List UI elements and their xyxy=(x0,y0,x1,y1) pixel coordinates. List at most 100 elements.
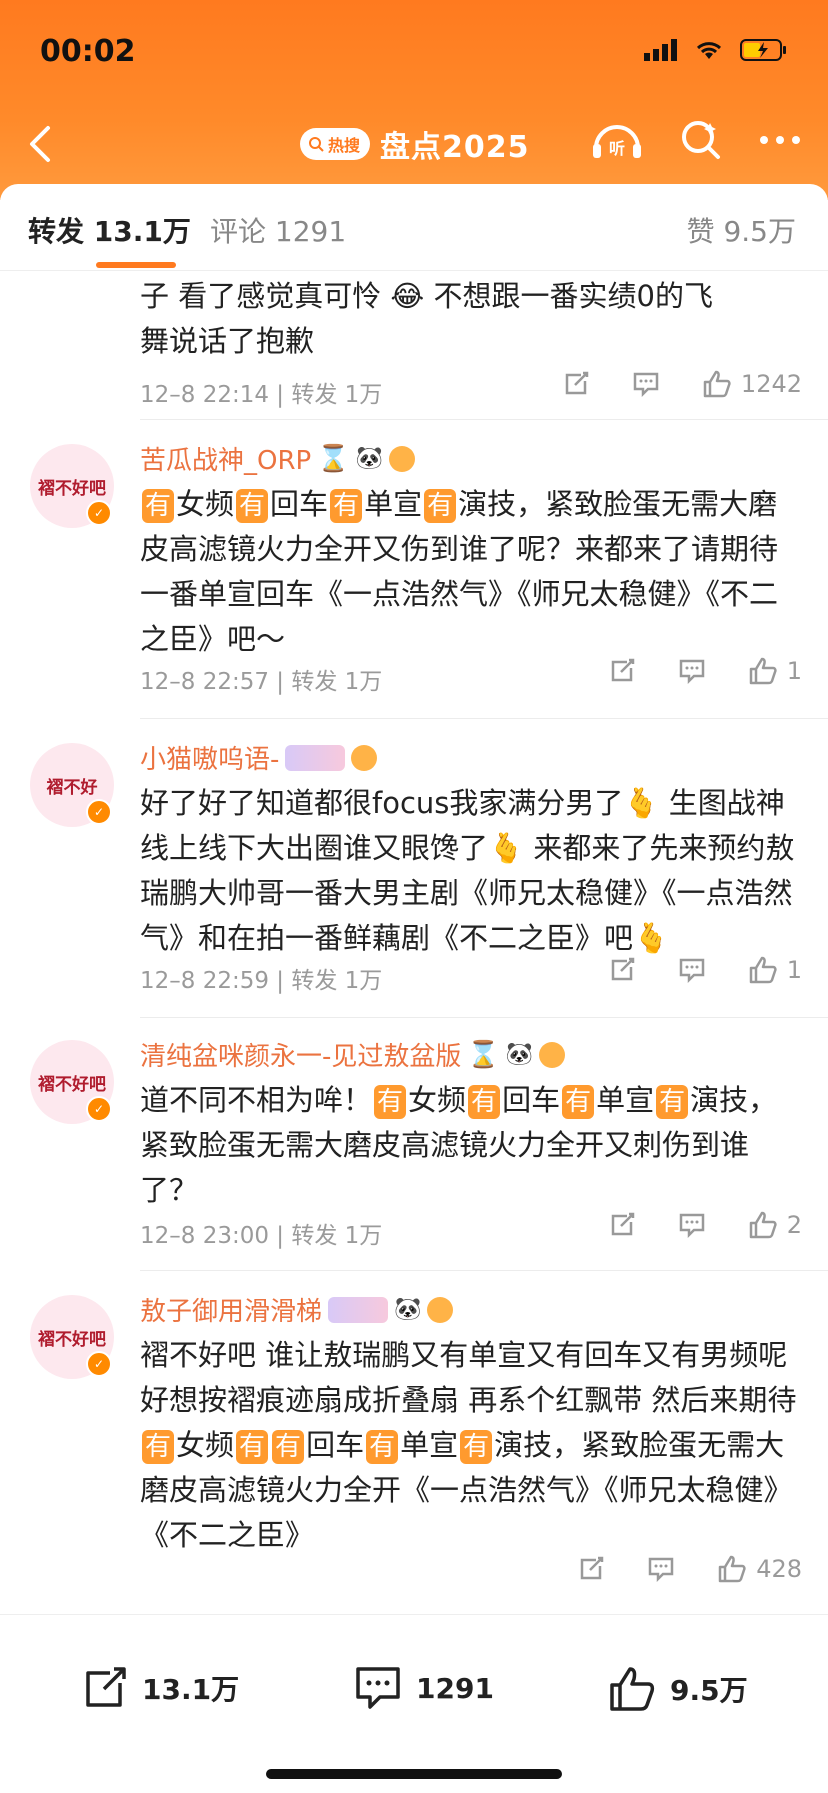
like-count: 2 xyxy=(786,1211,802,1239)
like-button[interactable]: 2 xyxy=(747,1209,802,1241)
fish-badge-icon xyxy=(389,445,415,472)
like-count: 1 xyxy=(786,956,802,984)
item-meta: 12–8 22:57 | 转发 1万 xyxy=(140,669,383,695)
comment-count: 1291 xyxy=(416,1671,494,1705)
hourglass-icon: ⌛ xyxy=(317,443,350,474)
thumb-up-icon xyxy=(610,1667,655,1711)
share-icon[interactable] xyxy=(607,1210,637,1240)
status-time: 00:02 xyxy=(40,34,136,69)
tab-indicator xyxy=(96,262,176,268)
item-actions: 1 xyxy=(607,954,802,986)
home-indicator xyxy=(266,1769,562,1779)
hot-search-badge: 热搜 xyxy=(300,128,371,160)
thumb-up-icon xyxy=(703,370,731,398)
panda-icon: 🐼 xyxy=(505,1042,534,1067)
share-icon xyxy=(86,1667,126,1707)
share-icon[interactable] xyxy=(607,955,637,985)
status-icons xyxy=(644,38,788,62)
like-button[interactable]: 1242 xyxy=(701,368,802,400)
comment-icon[interactable] xyxy=(677,656,707,686)
bottom-action-bar: 13.1万 1291 9.5万 xyxy=(0,1614,828,1793)
like-button[interactable]: 1 xyxy=(747,954,802,986)
like-count: 1 xyxy=(786,657,802,685)
battery-icon xyxy=(740,39,786,61)
fish-badge-icon xyxy=(539,1041,566,1068)
thumb-up-icon xyxy=(749,657,777,685)
username[interactable]: 苦瓜战神_ORP ⌛ 🐼 xyxy=(140,440,415,477)
navbar: 热搜 盘点2025 听 xyxy=(0,118,828,178)
panda-icon: 🐼 xyxy=(394,1297,422,1322)
hot-badge-label: 热搜 xyxy=(328,136,361,155)
comment-button[interactable]: 1291 xyxy=(354,1665,494,1711)
item-meta: 12–8 22:59 | 转发 1万 xyxy=(140,968,383,994)
avatar[interactable]: 褶不好吧 ✓ xyxy=(30,1040,114,1124)
fish-badge-icon xyxy=(351,744,378,771)
signal-icon xyxy=(644,39,677,61)
repost-button[interactable]: 13.1万 xyxy=(82,1665,239,1711)
verified-badge-icon: ✓ xyxy=(86,1096,112,1122)
comment-icon[interactable] xyxy=(677,1210,707,1240)
item-actions: 428 xyxy=(576,1553,802,1585)
item-meta: 12–8 22:14 | 转发 1万 xyxy=(140,382,383,408)
tab-repost[interactable]: 转发 13.1万 xyxy=(28,210,191,250)
header: 00:02 热搜 盘点2025 听 xyxy=(0,0,828,200)
status-bar: 00:02 xyxy=(40,34,788,74)
member-badge-icon xyxy=(328,1296,389,1323)
tab-bar: 转发 13.1万 评论 1291 赞 9.5万 xyxy=(0,184,828,271)
item-content: 道不同不相为哞！有女频有回车有单宣有演技，紧致脸蛋无需大磨皮高滤镜火力全开又刺伤… xyxy=(140,1083,778,1207)
tab-like[interactable]: 赞 9.5万 xyxy=(687,210,796,250)
like-button[interactable]: 428 xyxy=(716,1553,802,1585)
fish-badge-icon xyxy=(427,1296,454,1323)
tab-comment[interactable]: 评论 1291 xyxy=(210,210,346,250)
share-icon[interactable] xyxy=(561,369,591,399)
username[interactable]: 小猫嗷呜语- xyxy=(140,739,378,776)
member-badge-icon xyxy=(285,744,346,771)
like-button[interactable]: 1 xyxy=(747,655,802,687)
thumb-up-icon xyxy=(718,1555,746,1583)
verified-badge-icon: ✓ xyxy=(86,1351,112,1377)
topic-title[interactable]: 热搜 盘点2025 xyxy=(300,122,530,166)
item-actions: 2 xyxy=(607,1209,802,1241)
hourglass-icon: ⌛ xyxy=(467,1039,500,1070)
back-arrow-icon[interactable] xyxy=(22,124,62,164)
avatar[interactable]: 褶不好吧 ✓ xyxy=(30,1295,114,1379)
divider xyxy=(140,419,828,420)
search-icon[interactable] xyxy=(680,119,722,161)
item-actions: 1242 xyxy=(561,368,802,400)
divider xyxy=(140,1017,828,1018)
divider xyxy=(140,1270,828,1271)
item-content: 好了好了知道都很focus我家满分男了🫰 生图战神线上线下大出圈谁又眼馋了🫰 来… xyxy=(140,786,795,955)
share-icon[interactable] xyxy=(576,1554,606,1584)
divider xyxy=(140,718,828,719)
item-actions: 1 xyxy=(607,655,802,687)
comment-icon[interactable] xyxy=(631,369,661,399)
like-button[interactable]: 9.5万 xyxy=(608,1665,748,1713)
like-count: 9.5万 xyxy=(670,1674,748,1707)
search-icon xyxy=(309,137,324,152)
item-content: 褶不好吧 谁让敖瑞鹏又有单宣又有回车又有男频呢 好想按褶痕迹扇成折叠扇 再系个红… xyxy=(140,1338,797,1552)
thumb-up-icon xyxy=(749,1211,777,1239)
more-icon[interactable] xyxy=(758,134,802,146)
panda-icon: 🐼 xyxy=(355,446,383,471)
item-meta: 12–8 23:00 | 转发 1万 xyxy=(140,1223,383,1249)
username[interactable]: 敖子御用滑滑梯 🐼 xyxy=(140,1291,454,1328)
share-icon[interactable] xyxy=(607,656,637,686)
repost-count: 13.1万 xyxy=(142,1673,240,1706)
comment-icon[interactable] xyxy=(677,955,707,985)
wifi-icon xyxy=(696,42,722,59)
comment-icon[interactable] xyxy=(646,1554,676,1584)
headphone-listen-icon[interactable]: 听 xyxy=(590,118,644,162)
like-count: 1242 xyxy=(740,370,802,398)
thumb-up-icon xyxy=(749,956,777,984)
comment-icon xyxy=(356,1667,400,1709)
item-content: 有女频有回车有单宣有演技，紧致脸蛋无需大磨皮高滤镜火力全开又伤到谁了呢？来都来了… xyxy=(140,487,779,656)
listen-label: 听 xyxy=(609,139,625,158)
verified-badge-icon: ✓ xyxy=(86,500,112,526)
avatar[interactable]: 褶不好 ✓ xyxy=(30,743,114,827)
avatar[interactable]: 褶不好吧 ✓ xyxy=(30,444,114,528)
page-title: 盘点2025 xyxy=(380,130,530,165)
username[interactable]: 清纯盆咪颜永一-见过敖盆版 ⌛ 🐼 xyxy=(140,1036,566,1073)
verified-badge-icon: ✓ xyxy=(86,799,112,825)
nav-actions: 听 xyxy=(590,118,802,162)
item-content: 子 看了感觉真可怜 😂 不想跟一番实绩0的飞 舞说话了抱歉 xyxy=(140,279,713,358)
